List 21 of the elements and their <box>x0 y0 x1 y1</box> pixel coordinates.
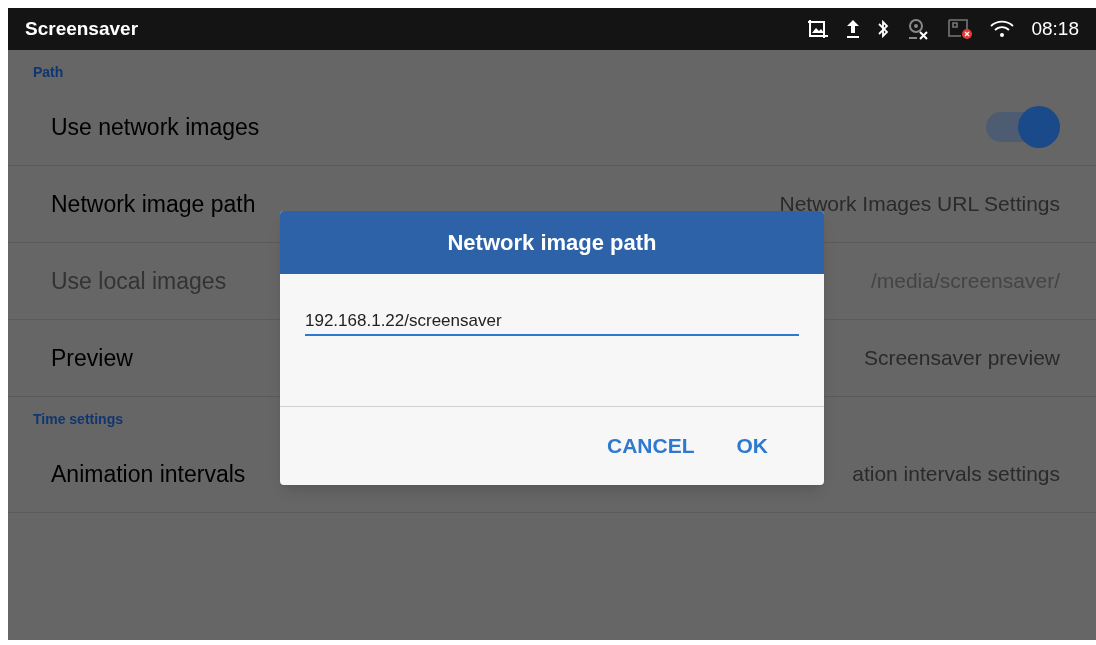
dialog-button[interactable]: CANCEL <box>599 424 703 468</box>
setting-title[interactable]: Network image path <box>51 186 256 222</box>
dialog-title: Network image path <box>280 211 824 274</box>
upload-icon <box>846 19 861 39</box>
screen-title: Screensaver <box>25 16 139 41</box>
setting-title[interactable]: Preview <box>51 340 133 376</box>
section-header: Time settings <box>33 410 123 429</box>
path-input-field[interactable]: 192.168.1.22/screensaver <box>305 308 799 336</box>
network-error-icon <box>947 18 974 40</box>
toggle-switch[interactable] <box>984 106 1060 148</box>
section-header: Path <box>33 63 64 82</box>
dialog-button[interactable]: OK <box>728 424 776 468</box>
clock: 08:18 <box>1031 16 1079 41</box>
setting-summary: ation intervals settings <box>852 461 1060 488</box>
wifi-icon <box>990 20 1015 38</box>
setting-summary: Screensaver preview <box>863 345 1060 372</box>
image-icon <box>807 19 830 39</box>
setting-title[interactable]: Animation intervals <box>51 456 246 492</box>
setting-title[interactable]: Use network images <box>51 109 260 145</box>
camera-off-icon <box>906 18 931 40</box>
bluetooth-icon <box>877 19 890 39</box>
